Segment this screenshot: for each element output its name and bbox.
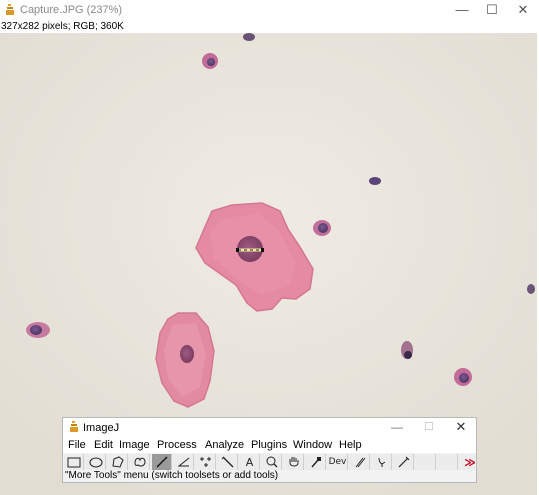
pencil-tool-icon [398, 456, 409, 468]
imagej-app-icon [6, 4, 14, 15]
stacks-menu-icon [355, 457, 365, 468]
maximize-button[interactable]: ☐ [478, 2, 506, 18]
developer-menu-icon: Dev [328, 457, 347, 467]
brush-tool-icon [378, 457, 385, 467]
freehand-tool-button[interactable] [130, 454, 150, 470]
small-cell [401, 341, 413, 359]
hand-tool-icon [289, 457, 298, 467]
oval-tool-icon [89, 457, 102, 468]
magnifier-tool-button[interactable] [262, 454, 282, 470]
image-window-title: Capture.JPG (237%) [20, 4, 123, 16]
menu-plugins[interactable]: Plugins [251, 438, 287, 452]
small-cell [313, 220, 331, 236]
hand-tool-button[interactable] [284, 454, 304, 470]
wand-tool-button[interactable] [218, 454, 238, 470]
debris [243, 33, 255, 41]
close-button[interactable]: ✕ [509, 2, 537, 18]
menu-process[interactable]: Process [157, 438, 197, 452]
wand-tool-icon [221, 456, 233, 468]
status-bar: "More Tools" menu (switch toolsets or ad… [65, 470, 279, 481]
rectangle-tool-button[interactable] [64, 454, 84, 470]
small-cell [202, 53, 218, 69]
polygon-tool-button[interactable] [108, 454, 128, 470]
more-tools-icon: ≫ [464, 455, 476, 469]
imagej-title: ImageJ [83, 422, 120, 434]
color-picker-tool-button[interactable] [306, 454, 326, 470]
minimize-button[interactable]: — [448, 2, 476, 18]
toolbar: A Dev ≫ [64, 454, 476, 470]
menu-file[interactable]: File [68, 438, 86, 452]
empty-tool-slot[interactable] [416, 454, 436, 470]
menu-image[interactable]: Image [119, 438, 150, 452]
polygon-tool-icon [111, 456, 124, 468]
imagej-maximize-button[interactable]: ☐ [417, 419, 441, 435]
angle-tool-icon [177, 457, 189, 467]
developer-menu-button[interactable]: Dev [328, 454, 348, 470]
multipoint-tool-icon [199, 457, 211, 467]
debris [369, 177, 381, 185]
rectangle-tool-icon [67, 457, 80, 468]
menu-help[interactable]: Help [339, 438, 362, 452]
magnifier-tool-icon [266, 456, 277, 468]
imagej-window: ImageJ — ☐ ✕ File Edit Image Process Ana… [62, 417, 477, 483]
multipoint-tool-button[interactable] [196, 454, 216, 470]
imagej-titlebar[interactable]: ImageJ — ☐ ✕ [63, 418, 476, 437]
brush-tool-button[interactable] [372, 454, 392, 470]
freehand-tool-icon [133, 457, 146, 467]
menu-analyze[interactable]: Analyze [205, 438, 244, 452]
stacks-menu-button[interactable] [350, 454, 370, 470]
image-window-titlebar[interactable]: Capture.JPG (237%) — ☐ ✕ [0, 0, 539, 20]
image-info-subtitle: 327x282 pixels; RGB; 360K [1, 21, 124, 32]
oval-tool-button[interactable] [86, 454, 106, 470]
angle-tool-button[interactable] [174, 454, 194, 470]
menu-window[interactable]: Window [293, 438, 332, 452]
straight-line-tool-button[interactable] [152, 454, 172, 470]
small-cell [26, 322, 50, 338]
pencil-tool-button[interactable] [394, 454, 414, 470]
menu-edit[interactable]: Edit [94, 438, 113, 452]
more-tools-button[interactable]: ≫ [460, 454, 480, 470]
menu-bar: File Edit Image Process Analyze Plugins … [63, 437, 476, 453]
text-tool-icon: A [245, 455, 254, 469]
straight-line-tool-icon [156, 456, 167, 468]
imagej-app-icon [70, 421, 78, 432]
imagej-close-button[interactable]: ✕ [449, 419, 473, 435]
imagej-minimize-button[interactable]: — [385, 419, 409, 435]
color-picker-tool-icon [310, 457, 321, 468]
empty-tool-slot[interactable] [438, 454, 458, 470]
small-cell [454, 368, 472, 386]
text-tool-button[interactable]: A [240, 454, 260, 470]
debris [527, 284, 535, 294]
